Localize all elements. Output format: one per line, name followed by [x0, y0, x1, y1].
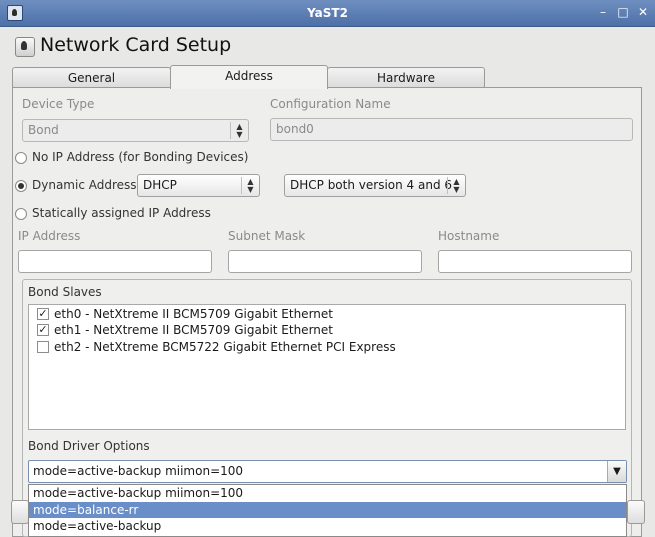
dynamic-mode-value: DHCP: [143, 178, 177, 192]
no-ip-radio[interactable]: [15, 152, 27, 164]
page-title: Network Card Setup: [40, 34, 232, 56]
bond-slaves-label: Bond Slaves: [28, 285, 102, 299]
subnet-mask-label: Subnet Mask: [228, 229, 306, 243]
bond-driver-options-label: Bond Driver Options: [28, 439, 150, 453]
updown-arrows-icon: ▲ ▼: [241, 177, 259, 194]
bond-driver-options-dropdown[interactable]: mode=active-backup miimon=100 mode=balan…: [28, 484, 627, 537]
dynamic-address-radio[interactable]: [15, 180, 27, 192]
device-type-combo: Bond ▲ ▼: [22, 119, 249, 142]
static-ip-label: Statically assigned IP Address: [32, 206, 211, 220]
device-type-value: Bond: [28, 123, 59, 137]
configuration-name-label: Configuration Name: [270, 97, 391, 111]
close-icon[interactable]: ✕: [636, 5, 650, 19]
dhcp-version-value: DHCP both version 4 and 6: [290, 178, 453, 192]
chevron-down-icon[interactable]: ▼: [607, 461, 626, 482]
dropdown-option[interactable]: mode=active-backup: [29, 518, 626, 534]
slave-label: eth0 - NetXtreme II BCM5709 Gigabit Ethe…: [54, 307, 333, 321]
minimize-icon[interactable]: –: [596, 5, 610, 19]
bond-driver-options-combo[interactable]: mode=active-backup miimon=100: [28, 460, 627, 483]
bottom-right-button[interactable]: [627, 500, 645, 524]
bond-slaves-list[interactable]: ✓ eth0 - NetXtreme II BCM5709 Gigabit Et…: [28, 304, 626, 430]
hostname-field[interactable]: [438, 250, 632, 273]
slave-checkbox-eth0[interactable]: ✓: [37, 308, 49, 320]
subnet-mask-field[interactable]: [228, 250, 422, 273]
dhcp-version-combo[interactable]: DHCP both version 4 and 6 ▲ ▼: [284, 174, 466, 197]
updown-arrows-icon: ▲ ▼: [447, 177, 465, 194]
configuration-name-field: bond0: [270, 118, 633, 141]
title-bar: YaST2 – □ ✕: [0, 0, 655, 27]
network-card-icon: [15, 37, 35, 57]
ip-address-label: IP Address: [18, 229, 81, 243]
maximize-icon[interactable]: □: [616, 5, 630, 19]
slave-label: eth2 - NetXtreme BCM5722 Gigabit Etherne…: [54, 340, 396, 354]
hostname-label: Hostname: [438, 229, 500, 243]
slave-label: eth1 - NetXtreme II BCM5709 Gigabit Ethe…: [54, 323, 333, 337]
dynamic-address-label: Dynamic Address: [32, 178, 137, 192]
tab-address[interactable]: Address: [170, 65, 328, 89]
slave-checkbox-eth2[interactable]: [37, 341, 49, 353]
dropdown-option-highlighted[interactable]: mode=balance-rr: [29, 502, 626, 518]
no-ip-label: No IP Address (for Bonding Devices): [32, 150, 249, 164]
ip-address-field[interactable]: [18, 250, 212, 273]
tab-hardware[interactable]: Hardware: [327, 67, 485, 87]
window-title: YaST2: [307, 6, 348, 20]
dropdown-option[interactable]: mode=active-backup miimon=100: [29, 485, 626, 501]
static-ip-radio[interactable]: [15, 208, 27, 220]
slave-checkbox-eth1[interactable]: ✓: [37, 324, 49, 336]
bottom-left-button[interactable]: [11, 500, 29, 524]
device-type-label: Device Type: [22, 97, 95, 111]
app-menu-icon[interactable]: [7, 5, 23, 21]
dynamic-mode-combo[interactable]: DHCP ▲ ▼: [137, 174, 260, 197]
bond-driver-options-value[interactable]: mode=active-backup miimon=100: [33, 464, 243, 478]
tab-general[interactable]: General: [12, 67, 171, 87]
updown-arrows-icon: ▲ ▼: [230, 122, 248, 139]
